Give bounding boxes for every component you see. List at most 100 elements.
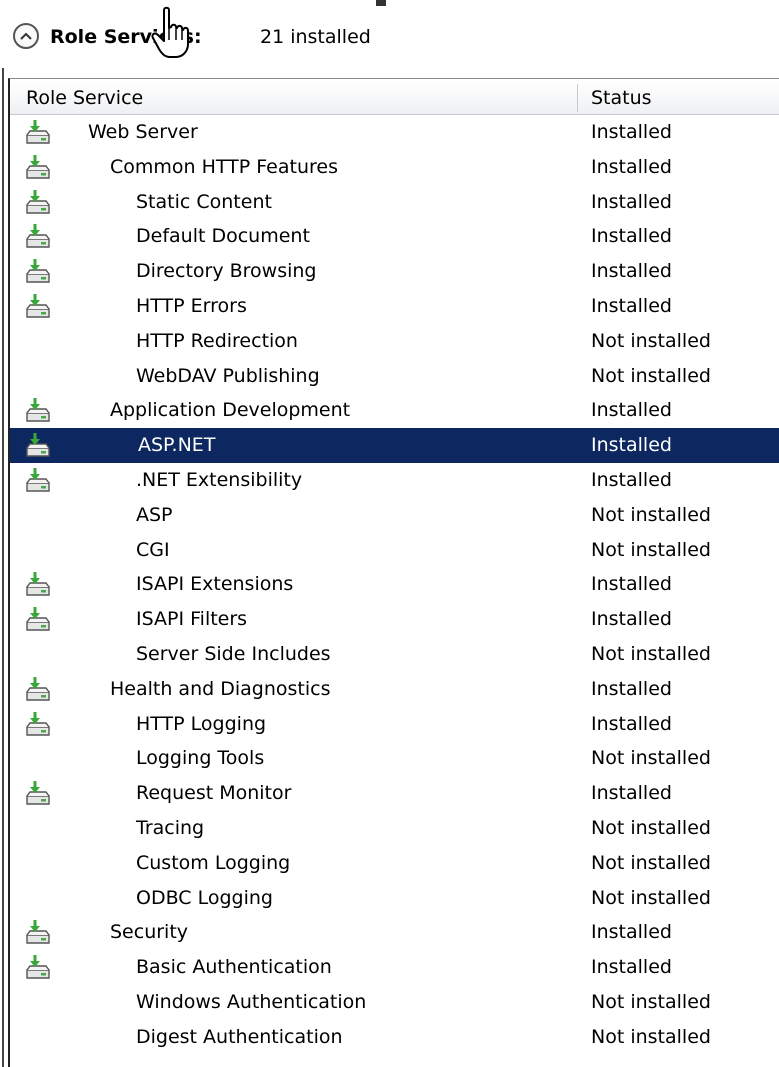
table-row[interactable]: Logging Tools Not installed: [10, 741, 779, 776]
role-service-name: Tracing: [136, 816, 205, 839]
table-row[interactable]: Static Content Installed: [10, 185, 779, 220]
role-service-status: Not installed: [591, 1025, 711, 1048]
role-service-status: Installed: [591, 573, 672, 596]
role-service-name: Default Document: [136, 225, 310, 248]
role-service-name: Basic Authentication: [136, 956, 332, 979]
table-row[interactable]: HTTP Errors Installed: [10, 289, 779, 324]
role-service-name: Static Content: [136, 190, 272, 213]
table-row[interactable]: ASP Not installed: [10, 498, 779, 533]
role-service-name: Common HTTP Features: [110, 155, 338, 178]
role-service-status: Installed: [591, 399, 672, 422]
role-service-name: Custom Logging: [136, 851, 291, 874]
role-service-name: Windows Authentication: [136, 990, 367, 1013]
table-row[interactable]: .NET Extensibility Installed: [10, 463, 779, 498]
role-service-name: WebDAV Publishing: [136, 364, 320, 387]
role-service-status: Installed: [591, 608, 672, 631]
table-row[interactable]: ISAPI Filters Installed: [10, 602, 779, 637]
role-service-name: Directory Browsing: [136, 260, 317, 283]
installed-drive-icon: [26, 920, 50, 945]
installed-drive-icon: [26, 120, 50, 144]
table-row[interactable]: Server Side Includes Not installed: [10, 637, 779, 672]
column-separator[interactable]: [577, 84, 578, 112]
table-row[interactable]: Default Document Installed: [10, 219, 779, 254]
table-row[interactable]: Custom Logging Not installed: [10, 846, 779, 881]
role-service-status: Installed: [591, 260, 672, 283]
role-service-name: Web Server: [88, 121, 198, 143]
role-service-status: Not installed: [591, 503, 711, 526]
role-service-status: Installed: [591, 677, 672, 700]
role-service-status: Installed: [591, 434, 672, 457]
role-service-status: Not installed: [591, 364, 711, 387]
installed-drive-icon: [26, 955, 50, 979]
role-service-name: Request Monitor: [136, 782, 292, 805]
role-service-name: ISAPI Extensions: [136, 573, 294, 596]
table-row[interactable]: ODBC Logging Not installed: [10, 881, 779, 916]
chevron-up-icon[interactable]: [13, 23, 39, 49]
installed-drive-icon: [26, 224, 50, 249]
table-row[interactable]: HTTP Logging Installed: [10, 707, 779, 742]
role-services-panel: Role Services: 21 installed Role Service…: [0, 0, 779, 1067]
table-row-selected[interactable]: ASP.NET Installed: [10, 428, 779, 463]
role-service-status: Not installed: [591, 816, 711, 839]
column-header-status[interactable]: Status: [591, 85, 652, 111]
role-service-status: Not installed: [591, 642, 711, 665]
column-header-row: Role Service Status: [10, 82, 779, 115]
role-service-status: Not installed: [591, 747, 711, 770]
role-service-status: Not installed: [591, 329, 711, 352]
table-row[interactable]: Basic Authentication Installed: [10, 950, 779, 985]
role-service-status: Installed: [591, 190, 672, 213]
role-service-name: Security: [110, 921, 189, 944]
installed-drive-icon: [26, 572, 50, 597]
column-header-role-service[interactable]: Role Service: [26, 85, 143, 111]
role-service-status: Not installed: [591, 538, 711, 561]
installed-drive-icon: [26, 781, 50, 805]
installed-drive-icon: [26, 293, 50, 318]
role-service-status: Installed: [591, 782, 672, 805]
role-service-status: Installed: [591, 712, 672, 735]
table-row[interactable]: Digest Authentication Not installed: [10, 1020, 779, 1055]
role-service-name: HTTP Logging: [136, 712, 267, 735]
role-service-name: ASP: [136, 503, 173, 526]
installed-drive-icon: [26, 189, 50, 214]
role-service-name: HTTP Errors: [136, 294, 247, 317]
table-row[interactable]: Directory Browsing Installed: [10, 254, 779, 289]
table-row[interactable]: Windows Authentication Not installed: [10, 985, 779, 1020]
top-edge: [0, 0, 779, 6]
installed-drive-icon: [26, 607, 50, 631]
role-service-status: Installed: [591, 121, 672, 143]
role-service-status: Installed: [591, 956, 672, 979]
role-service-status: Not installed: [591, 886, 711, 909]
table-row[interactable]: CGI Not installed: [10, 533, 779, 568]
role-service-name: ASP.NET: [138, 434, 216, 457]
installed-drive-icon: [26, 154, 50, 179]
table-row[interactable]: Web Server Installed: [10, 115, 779, 150]
installed-drive-icon: [26, 433, 50, 457]
table-row[interactable]: ISAPI Extensions Installed: [10, 567, 779, 602]
table-row[interactable]: Common HTTP Features Installed: [10, 150, 779, 185]
role-service-name: ODBC Logging: [136, 886, 273, 909]
table-row[interactable]: Security Installed: [10, 915, 779, 950]
role-service-name: Application Development: [110, 399, 351, 422]
role-service-name: Logging Tools: [136, 747, 265, 770]
role-service-name: Digest Authentication: [136, 1025, 343, 1048]
role-service-status: Installed: [591, 921, 672, 944]
installed-drive-icon: [26, 259, 50, 283]
role-service-status: Installed: [591, 468, 672, 491]
installed-drive-icon: [26, 711, 50, 736]
role-service-name: Server Side Includes: [136, 642, 331, 665]
table-row[interactable]: WebDAV Publishing Not installed: [10, 359, 779, 394]
role-service-name: .NET Extensibility: [136, 468, 303, 491]
role-service-status: Not installed: [591, 851, 711, 874]
panel-left-border: [2, 68, 4, 1067]
installed-drive-icon: [26, 676, 50, 701]
table-row[interactable]: Tracing Not installed: [10, 811, 779, 846]
installed-count: 21 installed: [260, 26, 371, 48]
role-service-name: ISAPI Filters: [136, 608, 248, 631]
table-row[interactable]: Health and Diagnostics Installed: [10, 672, 779, 707]
top-edge-mark: [376, 0, 386, 6]
table-row[interactable]: Application Development Installed: [10, 393, 779, 428]
table-row[interactable]: Request Monitor Installed: [10, 776, 779, 811]
installed-drive-icon: [26, 398, 50, 423]
table-row[interactable]: HTTP Redirection Not installed: [10, 324, 779, 359]
role-service-name: CGI: [136, 538, 170, 561]
